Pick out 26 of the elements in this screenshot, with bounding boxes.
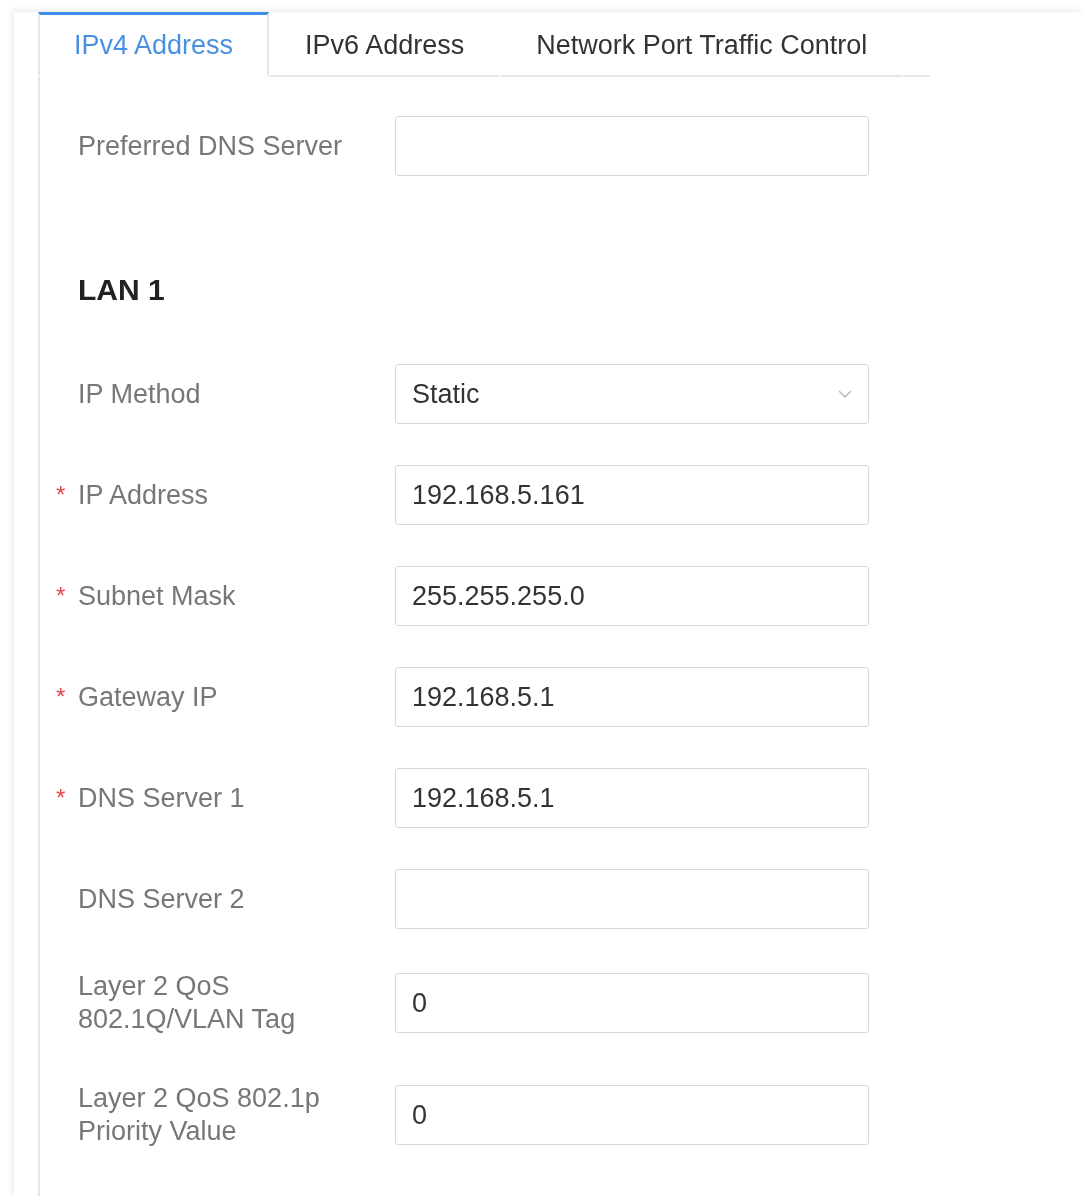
field-label: Layer 2 QoS 802.1p Priority Value	[78, 1082, 321, 1148]
method-dropdown[interactable]: Static	[395, 364, 869, 424]
input-field[interactable]: 192.168.5.1	[395, 768, 869, 828]
field-label: IP Method	[78, 377, 202, 411]
input-field[interactable]: 0	[395, 973, 869, 1033]
field-label: DNS Server 2	[78, 882, 246, 916]
field-label: Gateway IP	[78, 680, 219, 714]
field-label: Layer 2 QoS 802.1Q/VLAN Tag	[78, 970, 297, 1036]
input-field[interactable]: 192.168.5.161	[395, 465, 869, 525]
input-field[interactable]: 192.168.5.1	[395, 667, 869, 727]
field-label: Preferred DNS Server	[78, 129, 344, 163]
input-field[interactable]	[395, 869, 869, 929]
input-field[interactable]	[395, 116, 869, 176]
input-field[interactable]: 255.255.255.0	[395, 566, 869, 626]
required-mark: *	[56, 784, 66, 811]
section-heading: LAN 1	[78, 272, 166, 308]
tab[interactable]: Network Port Traffic Control	[500, 12, 904, 77]
required-mark: *	[56, 481, 66, 508]
required-mark: *	[56, 582, 66, 609]
field-label: IP Address	[78, 478, 210, 512]
input-field[interactable]: 0	[395, 1085, 869, 1145]
field-label: DNS Server 1	[78, 781, 246, 815]
chevron-down-icon	[838, 390, 852, 398]
required-mark: *	[56, 683, 66, 710]
field-label: Subnet Mask	[78, 579, 237, 613]
tab[interactable]: IPv6 Address	[269, 12, 501, 77]
